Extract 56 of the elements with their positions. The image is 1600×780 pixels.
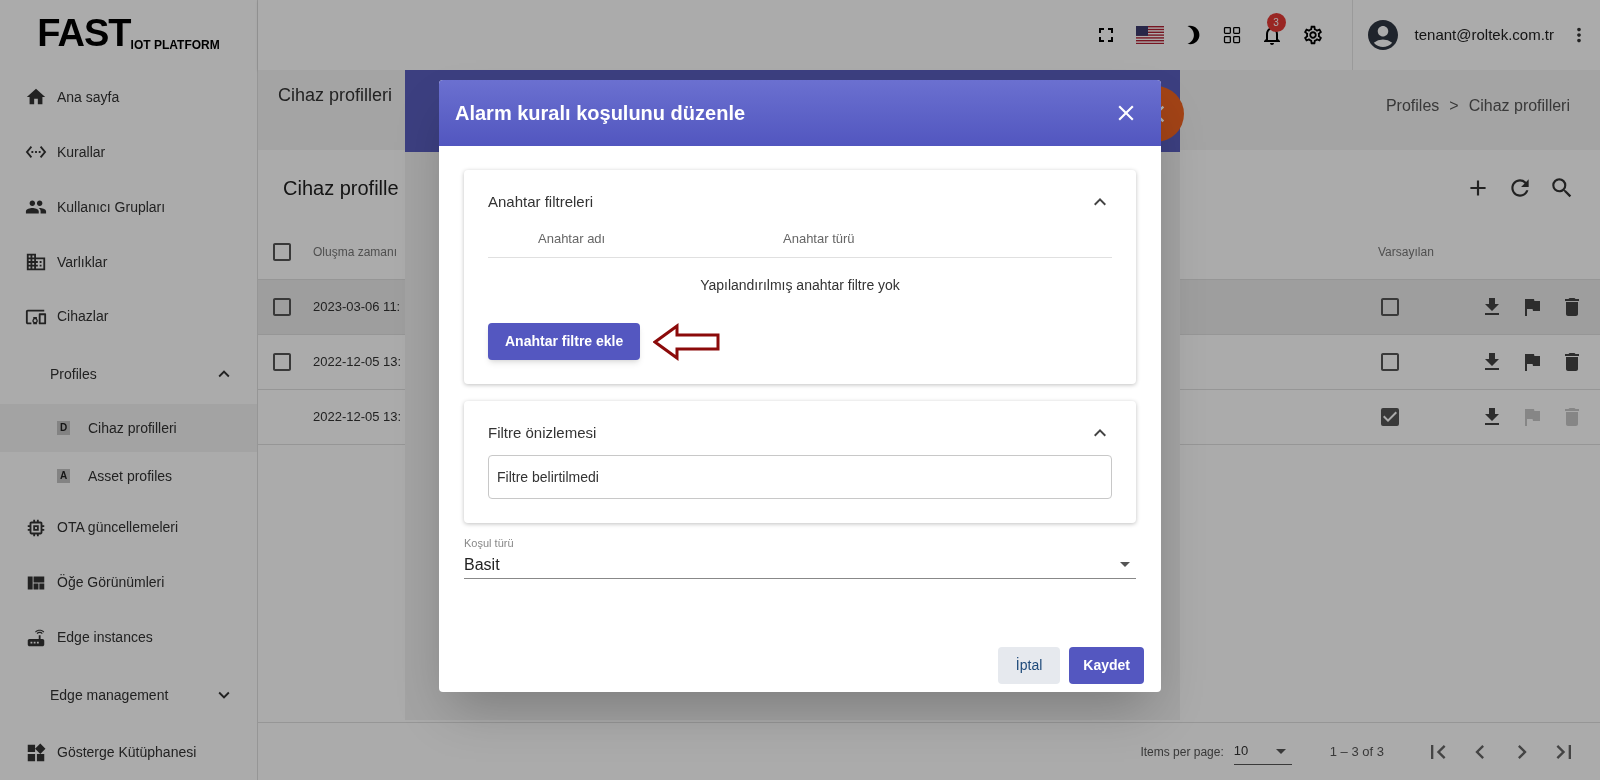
field-label: Koşul türü — [464, 536, 515, 551]
dropdown-icon — [1275, 748, 1286, 754]
column-header[interactable]: Varsayılan — [1378, 243, 1588, 261]
left-arrow-icon — [653, 323, 721, 361]
dropdown-icon — [1120, 562, 1130, 567]
logo-text: FAST — [37, 13, 131, 52]
user-email: tenant@roltek.com.tr — [1414, 24, 1554, 45]
table-cell-text: 2022-12-05 13: — [313, 408, 403, 427]
page-range: 1 – 3 of 3 — [1329, 742, 1384, 761]
widgets-icon — [25, 741, 47, 764]
column-header: Anahtar türü — [783, 229, 855, 248]
checkbox[interactable] — [1378, 295, 1402, 319]
cancel-button[interactable]: İptal — [997, 647, 1061, 684]
checkbox[interactable] — [1378, 350, 1402, 374]
sidebar-item[interactable]: Varlıklar — [0, 234, 257, 290]
sidebar-subitem[interactable]: A Asset profiles — [0, 452, 257, 501]
table-cell-text: 2023-03-06 11: — [313, 298, 402, 317]
empty-message: Yapılandırılmış anahtar filtre yok — [699, 276, 901, 295]
sidebar-item[interactable]: Kullanıcı Grupları — [0, 179, 257, 235]
breadcrumb-current: Cihaz profilleri — [1468, 96, 1570, 116]
sidebar-item[interactable]: Gösterge Kütüphanesi — [0, 725, 257, 780]
sidebar-subitem[interactable]: D Cihaz profilleri — [0, 404, 257, 453]
condition-type-select[interactable]: Koşul türü Basit — [464, 535, 1136, 579]
save-button[interactable]: Kaydet — [1069, 647, 1144, 684]
page-size-label: Items per page: — [1140, 743, 1224, 761]
breadcrumb-separator: > — [1449, 96, 1459, 116]
settings-icon[interactable] — [1301, 24, 1324, 46]
checkbox[interactable] — [270, 295, 294, 319]
select-value: Basit — [464, 554, 500, 575]
letter-badge: A — [57, 469, 70, 484]
filter-preview-field[interactable]: Filtre belirtilmedi — [488, 455, 1112, 499]
sidebar-item[interactable]: Cihazlar — [0, 289, 257, 345]
sidebar-item[interactable]: Kurallar — [0, 124, 257, 180]
section-header[interactable]: Filtre önizlemesi — [488, 421, 1112, 445]
table-title: Cihaz profille — [283, 175, 399, 201]
sidebar-group[interactable]: Edge management — [0, 665, 257, 726]
section-header[interactable]: Anahtar filtreleri — [488, 190, 1112, 214]
add-filter-button[interactable]: Anahtar filtre ekle — [488, 323, 641, 360]
page-title: Cihaz profilleri — [278, 84, 393, 107]
logo-subtitle: IOT PLATFORM — [130, 38, 220, 51]
dialog-title: Alarm kuralı koşulunu düzenle — [455, 101, 746, 126]
checkbox[interactable] — [1378, 405, 1402, 429]
checkbox[interactable] — [270, 240, 294, 264]
checkbox[interactable] — [270, 350, 294, 374]
breadcrumb-link[interactable]: Profiles — [1385, 94, 1440, 118]
sidebar-item[interactable]: Öğe Görünümleri — [0, 555, 257, 611]
sidebar-item[interactable]: Edge instances — [0, 610, 257, 666]
letter-badge: D — [57, 421, 70, 436]
notification-count: 3 — [1266, 13, 1286, 32]
sidebar-item[interactable]: Ana sayfa — [0, 69, 257, 125]
column-header: Anahtar adı — [537, 229, 607, 248]
page-size-select[interactable]: 10 — [1233, 738, 1292, 765]
us-flag-icon[interactable] — [1135, 26, 1164, 44]
table-cell-text: 2022-12-05 13: — [313, 353, 403, 372]
grid-icon[interactable] — [1221, 25, 1242, 45]
sidebar-item[interactable]: OTA güncellemeleri — [0, 500, 257, 556]
